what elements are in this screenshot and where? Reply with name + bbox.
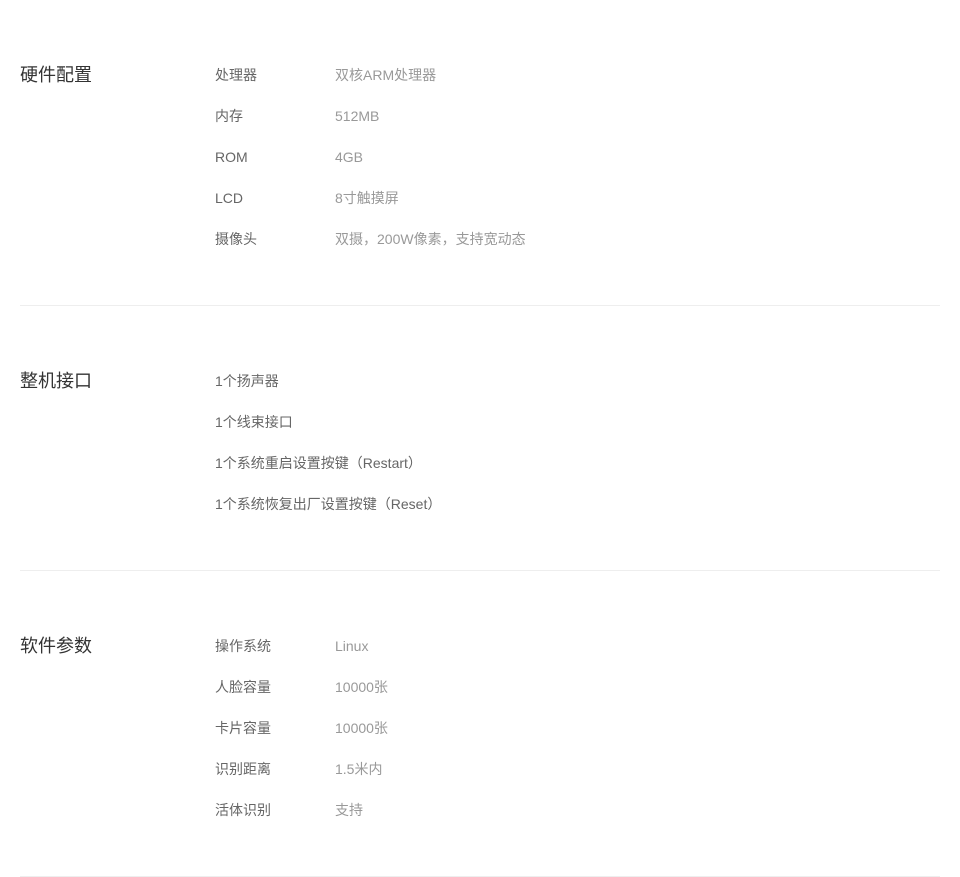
- spec-value: 双核ARM处理器: [335, 65, 940, 86]
- spec-label: 内存: [215, 106, 335, 127]
- spec-label: 识别距离: [215, 759, 335, 780]
- spec-value: 4GB: [335, 147, 940, 168]
- section-title: 软件参数: [20, 626, 215, 821]
- spec-row: 识别距离 1.5米内: [215, 759, 940, 780]
- spec-value: 10000张: [335, 718, 940, 739]
- spec-item: 1个系统恢复出厂设置按键（Reset）: [215, 494, 940, 515]
- spec-value: 512MB: [335, 106, 940, 127]
- spec-section-software: 软件参数 操作系统 Linux 人脸容量 10000张 卡片容量 10000张 …: [20, 571, 940, 877]
- section-body: 操作系统 Linux 人脸容量 10000张 卡片容量 10000张 识别距离 …: [215, 626, 940, 821]
- section-body: 1个扬声器 1个线束接口 1个系统重启设置按键（Restart） 1个系统恢复出…: [215, 361, 940, 515]
- spec-section-interfaces: 整机接口 1个扬声器 1个线束接口 1个系统重启设置按键（Restart） 1个…: [20, 306, 940, 571]
- spec-label: 摄像头: [215, 229, 335, 250]
- spec-label: LCD: [215, 188, 335, 209]
- spec-value: 10000张: [335, 677, 940, 698]
- spec-section-hardware: 硬件配置 处理器 双核ARM处理器 内存 512MB ROM 4GB LCD 8…: [20, 0, 940, 306]
- spec-row: 操作系统 Linux: [215, 636, 940, 657]
- spec-value: 支持: [335, 800, 940, 821]
- spec-value: Linux: [335, 636, 940, 657]
- spec-value: 双摄，200W像素，支持宽动态: [335, 229, 940, 250]
- spec-row: 摄像头 双摄，200W像素，支持宽动态: [215, 229, 940, 250]
- spec-label: 操作系统: [215, 636, 335, 657]
- spec-row: 处理器 双核ARM处理器: [215, 65, 940, 86]
- spec-label: 活体识别: [215, 800, 335, 821]
- spec-row: 活体识别 支持: [215, 800, 940, 821]
- spec-row: 内存 512MB: [215, 106, 940, 127]
- spec-row: LCD 8寸触摸屏: [215, 188, 940, 209]
- spec-label: ROM: [215, 147, 335, 168]
- spec-item: 1个系统重启设置按键（Restart）: [215, 453, 940, 474]
- section-body: 处理器 双核ARM处理器 内存 512MB ROM 4GB LCD 8寸触摸屏 …: [215, 55, 940, 250]
- spec-row: ROM 4GB: [215, 147, 940, 168]
- spec-label: 处理器: [215, 65, 335, 86]
- spec-item: 1个扬声器: [215, 371, 940, 392]
- spec-value: 1.5米内: [335, 759, 940, 780]
- section-title: 硬件配置: [20, 55, 215, 250]
- spec-row: 人脸容量 10000张: [215, 677, 940, 698]
- spec-value: 8寸触摸屏: [335, 188, 940, 209]
- spec-label: 人脸容量: [215, 677, 335, 698]
- spec-label: 卡片容量: [215, 718, 335, 739]
- section-title: 整机接口: [20, 361, 215, 515]
- spec-item: 1个线束接口: [215, 412, 940, 433]
- spec-row: 卡片容量 10000张: [215, 718, 940, 739]
